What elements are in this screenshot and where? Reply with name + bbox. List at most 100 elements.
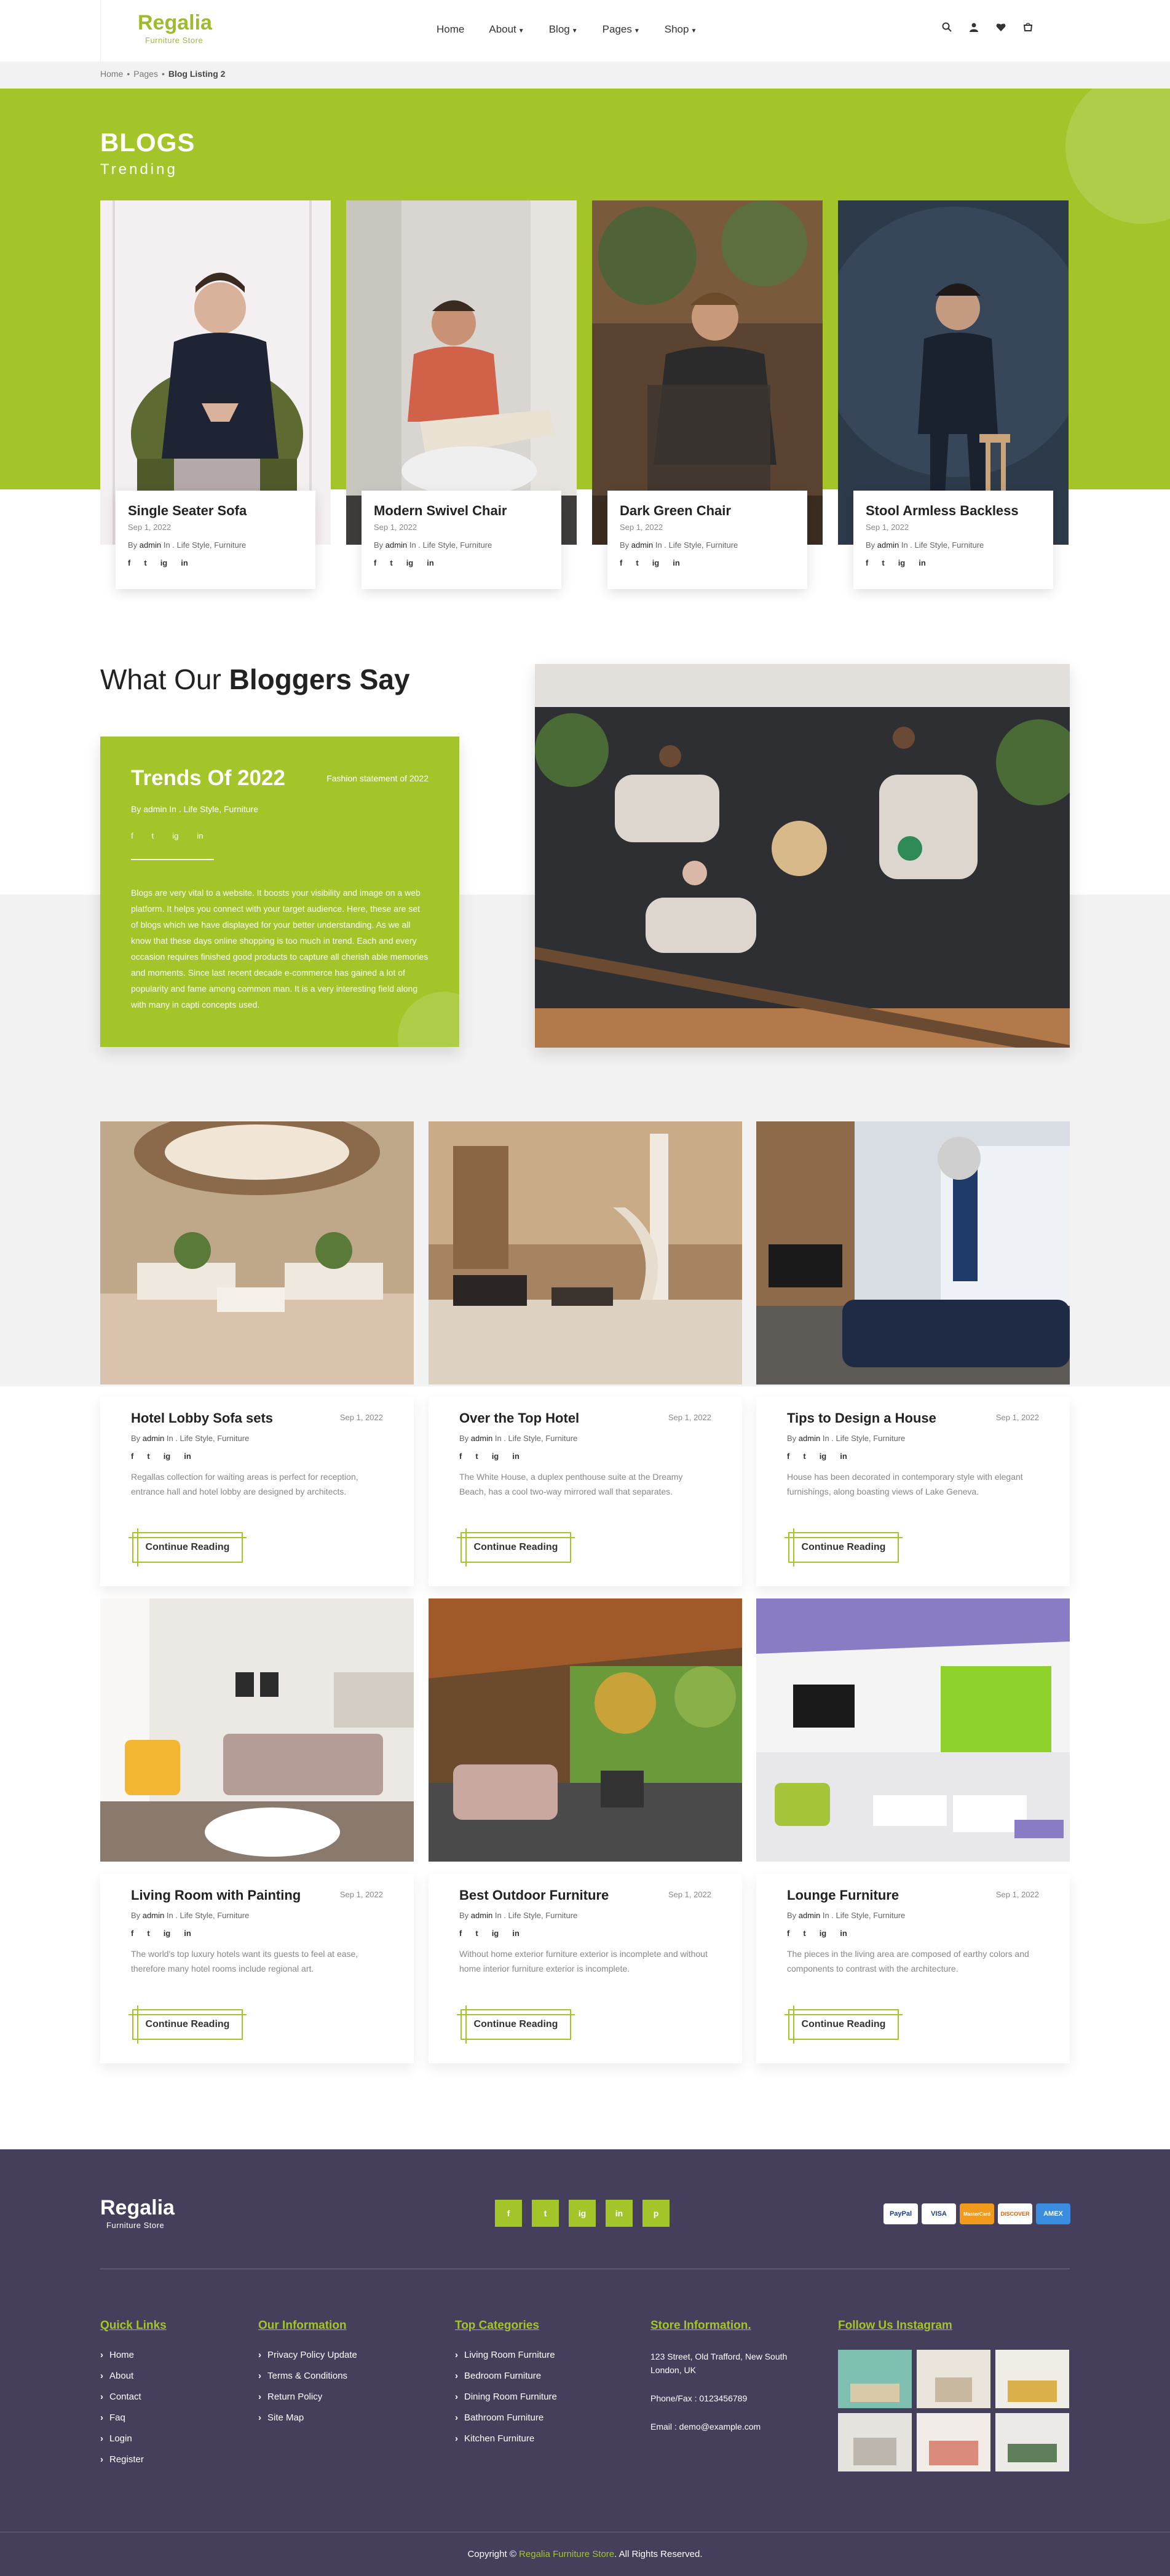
- instagram-photo[interactable]: [917, 2350, 990, 2408]
- footer-link[interactable]: Site Map: [258, 2412, 357, 2423]
- linkedin-icon[interactable]: in: [919, 558, 926, 567]
- instagram-photo[interactable]: [838, 2413, 912, 2471]
- blog-image[interactable]: [100, 1121, 414, 1385]
- meta-categories[interactable]: Life Style, Furniture: [180, 1434, 250, 1443]
- twitter-icon[interactable]: t: [475, 1929, 478, 1938]
- instagram-icon[interactable]: ig: [492, 1929, 499, 1938]
- blog-image[interactable]: [429, 1598, 742, 1862]
- blog-image[interactable]: [100, 1598, 414, 1862]
- user-icon[interactable]: [969, 22, 979, 35]
- continue-reading-button[interactable]: Continue Reading: [457, 2005, 575, 2044]
- linkedin-icon[interactable]: in: [427, 558, 434, 567]
- meta-categories[interactable]: Life Style, Furniture: [508, 1911, 578, 1920]
- blog-image[interactable]: [756, 1121, 1070, 1385]
- store-email[interactable]: Email : demo@example.com: [650, 2420, 792, 2433]
- linkedin-icon[interactable]: in: [181, 558, 188, 567]
- instagram-photo[interactable]: [995, 2350, 1069, 2408]
- instagram-photo[interactable]: [995, 2413, 1069, 2471]
- facebook-icon[interactable]: f: [131, 1452, 133, 1461]
- footer-logo[interactable]: Regalia: [100, 2196, 175, 2220]
- facebook-icon[interactable]: f: [620, 558, 622, 567]
- meta-author[interactable]: admin: [877, 540, 899, 550]
- linkedin-icon[interactable]: in: [512, 1929, 520, 1938]
- twitter-icon[interactable]: t: [636, 558, 638, 567]
- linkedin-icon[interactable]: in: [840, 1929, 847, 1938]
- instagram-icon[interactable]: ig: [820, 1452, 827, 1461]
- footer-link[interactable]: Contact: [100, 2392, 167, 2402]
- twitter-icon[interactable]: t: [147, 1452, 149, 1461]
- instagram-icon[interactable]: ig: [164, 1929, 171, 1938]
- continue-reading-button[interactable]: Continue Reading: [457, 1528, 575, 1567]
- facebook-icon[interactable]: f: [787, 1452, 789, 1461]
- instagram-icon[interactable]: ig: [406, 558, 414, 567]
- facebook-icon[interactable]: f: [128, 558, 130, 567]
- trending-card[interactable]: Stool Armless Backless Sep 1, 2022 By ad…: [838, 200, 1069, 589]
- meta-categories[interactable]: Life Style, Furniture: [836, 1911, 906, 1920]
- nav-shop[interactable]: Shop ▼: [665, 23, 697, 36]
- site-logo[interactable]: Regalia: [138, 11, 212, 35]
- meta-author[interactable]: admin: [143, 1911, 164, 1920]
- meta-categories[interactable]: Life Style, Furniture: [915, 540, 984, 550]
- twitter-icon[interactable]: t: [803, 1929, 805, 1938]
- breadcrumb-pages[interactable]: Pages: [133, 69, 158, 79]
- footer-link[interactable]: Living Room Furniture: [455, 2350, 557, 2360]
- facebook-icon[interactable]: f: [459, 1929, 462, 1938]
- continue-reading-button[interactable]: Continue Reading: [128, 1528, 247, 1567]
- footer-link[interactable]: Privacy Policy Update: [258, 2350, 357, 2360]
- meta-author[interactable]: admin: [631, 540, 653, 550]
- copyright-brand[interactable]: Regalia Furniture Store: [519, 2549, 614, 2559]
- blog-image[interactable]: [756, 1598, 1070, 1862]
- meta-author[interactable]: admin: [471, 1434, 492, 1443]
- instagram-icon[interactable]: ig: [898, 558, 906, 567]
- footer-link[interactable]: Faq: [100, 2412, 167, 2423]
- trending-title[interactable]: Stool Armless Backless: [866, 503, 1041, 519]
- facebook-icon[interactable]: f: [131, 1929, 133, 1938]
- meta-categories[interactable]: Life Style, Furniture: [180, 1911, 250, 1920]
- meta-categories[interactable]: Life Style, Furniture: [177, 540, 247, 550]
- trending-card[interactable]: Dark Green Chair Sep 1, 2022 By admin In…: [592, 200, 823, 589]
- linkedin-icon[interactable]: in: [673, 558, 680, 567]
- meta-categories[interactable]: Life Style, Furniture: [836, 1434, 906, 1443]
- meta-author[interactable]: admin: [799, 1434, 820, 1443]
- facebook-icon[interactable]: f: [459, 1452, 462, 1461]
- linkedin-icon[interactable]: in: [840, 1452, 847, 1461]
- twitter-icon[interactable]: t: [532, 2200, 559, 2227]
- footer-link[interactable]: Dining Room Furniture: [455, 2392, 557, 2402]
- nav-about[interactable]: About ▼: [489, 23, 524, 36]
- trending-title[interactable]: Single Seater Sofa: [128, 503, 303, 519]
- facebook-icon[interactable]: f: [495, 2200, 522, 2227]
- footer-link[interactable]: Kitchen Furniture: [455, 2433, 557, 2444]
- meta-author[interactable]: admin: [471, 1911, 492, 1920]
- meta-categories[interactable]: Life Style, Furniture: [423, 540, 492, 550]
- facebook-icon[interactable]: f: [374, 558, 376, 567]
- footer-link[interactable]: Return Policy: [258, 2392, 357, 2402]
- trending-card[interactable]: Modern Swivel Chair Sep 1, 2022 By admin…: [346, 200, 577, 589]
- meta-categories[interactable]: Life Style, Furniture: [669, 540, 738, 550]
- linkedin-icon[interactable]: in: [606, 2200, 633, 2227]
- trending-title[interactable]: Modern Swivel Chair: [374, 503, 549, 519]
- meta-author[interactable]: admin: [143, 1434, 164, 1443]
- twitter-icon[interactable]: t: [390, 558, 392, 567]
- continue-reading-button[interactable]: Continue Reading: [785, 1528, 903, 1567]
- trending-card[interactable]: Single Seater Sofa Sep 1, 2022 By admin …: [100, 200, 331, 589]
- instagram-photo[interactable]: [917, 2413, 990, 2471]
- breadcrumb-home[interactable]: Home: [100, 69, 123, 79]
- cart-icon[interactable]: [1023, 22, 1033, 35]
- twitter-icon[interactable]: t: [803, 1452, 805, 1461]
- twitter-icon[interactable]: t: [147, 1929, 149, 1938]
- footer-link[interactable]: Register: [100, 2454, 167, 2465]
- continue-reading-button[interactable]: Continue Reading: [785, 2005, 903, 2044]
- meta-categories[interactable]: Life Style, Furniture: [508, 1434, 578, 1443]
- twitter-icon[interactable]: t: [475, 1452, 478, 1461]
- footer-link[interactable]: Bedroom Furniture: [455, 2371, 557, 2381]
- meta-author[interactable]: admin: [799, 1911, 820, 1920]
- instagram-icon[interactable]: ig: [492, 1452, 499, 1461]
- nav-pages[interactable]: Pages ▼: [603, 23, 640, 36]
- instagram-photo[interactable]: [838, 2350, 912, 2408]
- meta-author[interactable]: admin: [140, 540, 161, 550]
- linkedin-icon[interactable]: in: [184, 1929, 191, 1938]
- blog-image[interactable]: [429, 1121, 742, 1385]
- twitter-icon[interactable]: t: [882, 558, 884, 567]
- trending-title[interactable]: Dark Green Chair: [620, 503, 795, 519]
- facebook-icon[interactable]: f: [787, 1929, 789, 1938]
